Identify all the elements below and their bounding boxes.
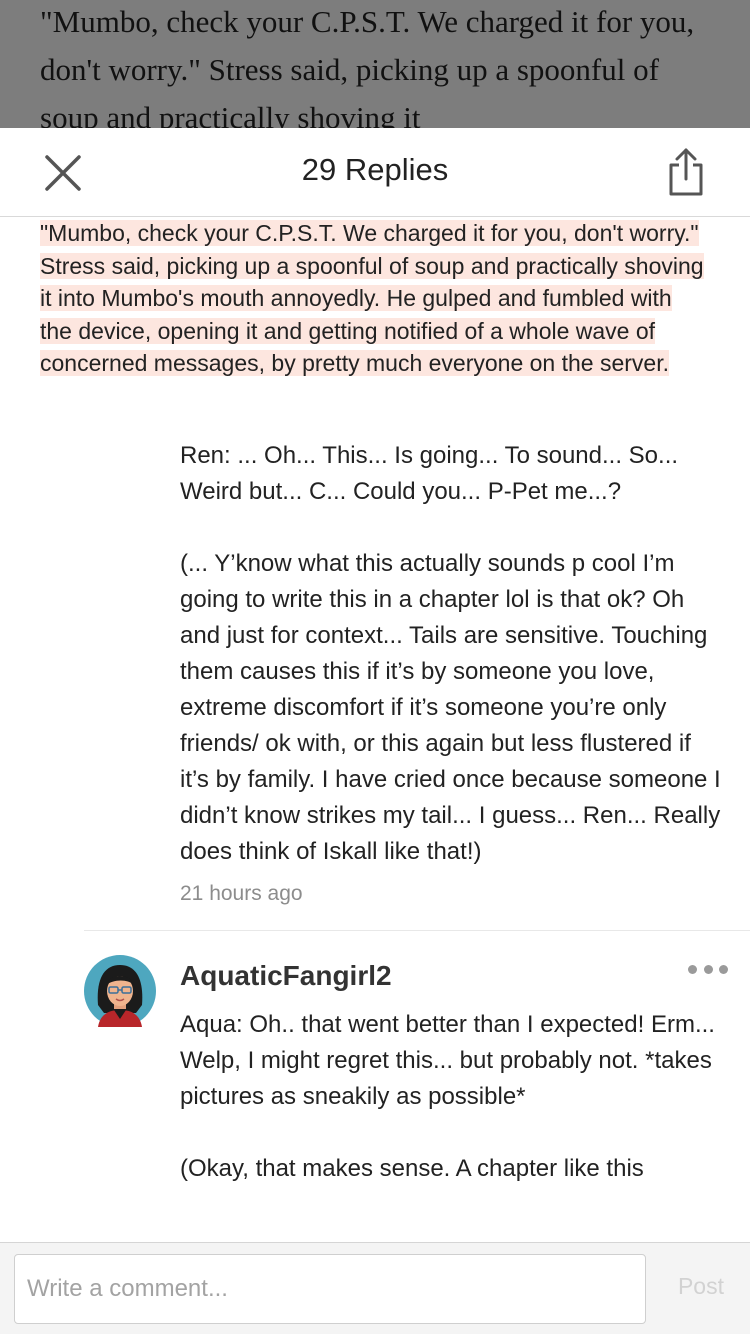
share-button[interactable]: [666, 146, 706, 198]
story-text: "Mumbo, check your C.P.S.T. We charged i…: [40, 4, 695, 135]
comment-input[interactable]: [14, 1254, 646, 1324]
comment-paragraph: Aqua: Oh.. that went better than I expec…: [180, 1010, 715, 1110]
replies-content[interactable]: "Mumbo, check your C.P.S.T. We charged i…: [0, 217, 750, 1242]
replies-sheet: 29 Replies "Mumbo, check your C.P.S.T. W…: [0, 128, 750, 1334]
reply-timestamp: 21 hours ago: [180, 881, 303, 905]
more-icon: [719, 965, 728, 974]
comment-paragraph: (Okay, that makes sense. A chapter like …: [180, 1154, 644, 1182]
replies-header: 29 Replies: [0, 128, 750, 217]
more-icon: [688, 965, 697, 974]
comment-username[interactable]: AquaticFangirl2: [180, 955, 726, 997]
comment-body: Aqua: Oh.. that went better than I expec…: [180, 1007, 726, 1187]
comment-footer: Post: [0, 1242, 750, 1334]
post-button[interactable]: Post: [678, 1273, 724, 1300]
replies-screen: "Mumbo, check your C.P.S.T. We charged i…: [0, 0, 750, 1334]
quoted-passage: "Mumbo, check your C.P.S.T. We charged i…: [0, 217, 750, 380]
more-options-button[interactable]: [688, 963, 728, 977]
header-title: 29 Replies: [301, 152, 449, 187]
quoted-passage-text: "Mumbo, check your C.P.S.T. We charged i…: [40, 220, 704, 376]
avatar[interactable]: [84, 954, 156, 1027]
more-icon: [703, 965, 713, 974]
share-icon: [669, 148, 703, 196]
story-backdrop: "Mumbo, check your C.P.S.T. We charged i…: [0, 0, 750, 140]
reply-paragraph: (... Y’know what this actually sounds p …: [180, 549, 721, 865]
comment-item: AquaticFangirl2 Aqua: Oh.. that went bet…: [0, 931, 750, 1187]
reply-paragraph: Ren: ... Oh... This... Is going... To so…: [180, 441, 679, 505]
reply-body: Ren: ... Oh... This... Is going... To so…: [0, 438, 750, 870]
